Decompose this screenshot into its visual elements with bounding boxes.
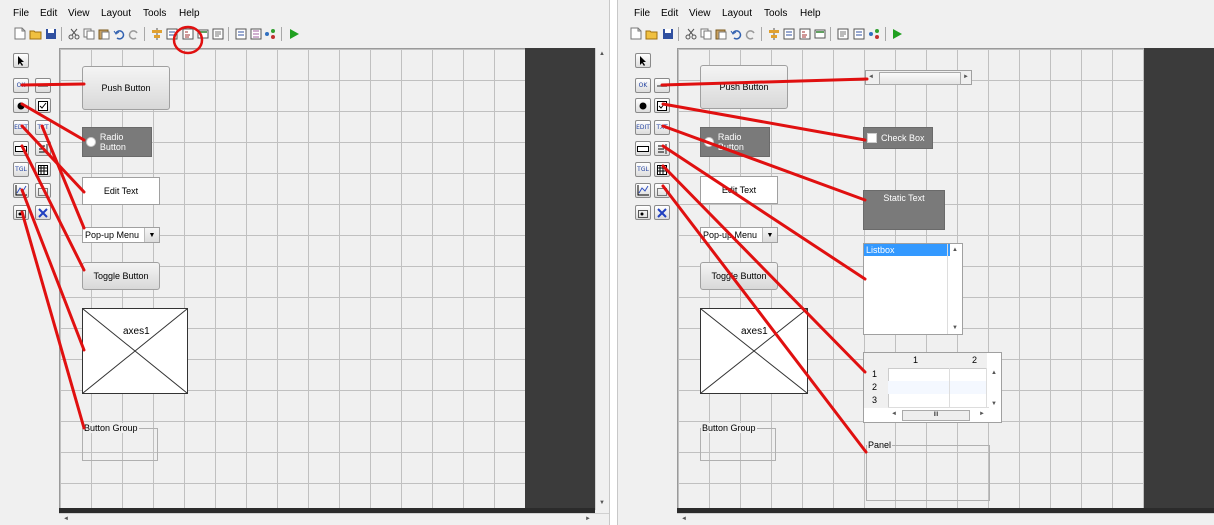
annotation-overlay — [20, 25, 204, 430]
annotation-lines — [660, 77, 869, 454]
split-divider — [609, 0, 618, 525]
right-guide-editor: File Edit View Layout Tools Help OK EDIT… — [618, 0, 1214, 525]
highlight-circle — [172, 25, 204, 55]
annotation-overlay — [660, 77, 869, 454]
annotation-lines — [20, 82, 86, 430]
left-guide-editor: File Edit View Layout Tools Help EDIT TG… — [0, 0, 609, 525]
